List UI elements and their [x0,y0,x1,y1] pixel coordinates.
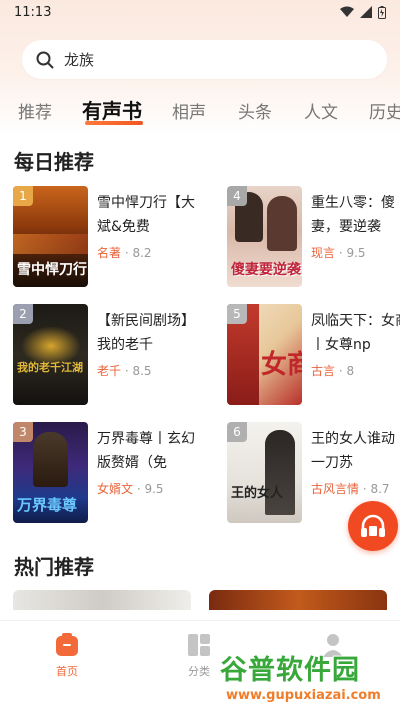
book-title: 雪中悍刀行【大斌&免费 [97,195,195,235]
hot-card-2[interactable] [209,590,387,610]
book-card-3[interactable]: 3 万界毒尊 万界毒尊丨玄幻版赘婿（免 女婿文 · 9.5 [13,422,213,524]
book-meta: 女婿文 · 9.5 [97,480,164,497]
status-time: 11:13 [14,4,52,20]
book-category: 古言 [311,364,336,378]
rank-badge: 1 [13,186,33,206]
book-card-4[interactable]: 4 傻妻要逆袭 重生八零：傻妻，要逆袭 现言 · 9.5 [227,186,400,288]
book-title: 王的女人谁动丨一刀苏 [311,431,400,471]
book-card-1[interactable]: 1 雪中悍刀行 雪中悍刀行【大斌&免费 名著 · 8.2 [13,186,213,288]
cover-title: 万界毒尊 [17,496,78,514]
active-tab-indicator [85,121,143,125]
book-cover-2: 2 我的老千江湖 [13,304,88,405]
book-cover-4: 4 傻妻要逆袭 [227,186,302,287]
tab-crosstalk[interactable]: 相声 [172,98,206,123]
hot-section-title: 热门推荐 [14,555,94,579]
tab-humanities[interactable]: 人文 [304,98,338,123]
rank-badge: 5 [227,304,247,324]
daily-section-title: 每日推荐 [14,150,94,174]
book-card-5[interactable]: 5 女商 凤临天下：女商丨女尊np 古言 · 8 [227,304,400,406]
book-cover-5: 5 女商 [227,304,302,405]
watermark-url: www.gupuxiazai.com [226,688,381,703]
book-score: · 9.5 [338,246,366,260]
cover-title: 雪中悍刀行 [17,262,87,278]
book-score: · 9.5 [136,482,164,496]
book-card-2[interactable]: 2 我的老千江湖 【新民间剧场】我的老千 老千 · 8.5 [13,304,213,406]
book-score: · 8.2 [124,246,152,260]
signal-icon [360,6,372,18]
book-category: 女婿文 [97,482,134,496]
rank-badge: 6 [227,422,247,442]
tab-headlines[interactable]: 头条 [238,98,272,123]
now-playing-button[interactable] [348,501,398,551]
book-title: 万界毒尊丨玄幻版赘婿（免 [97,431,195,471]
tab-history[interactable]: 历史 [369,98,400,123]
watermark: 谷普软件园 www.gupuxiazai.com [218,648,398,712]
book-meta: 现言 · 9.5 [311,244,366,261]
status-icons [340,5,386,19]
book-category: 名著 [97,246,122,260]
hot-card-1[interactable] [13,590,191,610]
home-icon [56,633,78,656]
book-meta: 古言 · 8 [311,362,354,379]
rank-badge: 3 [13,422,33,442]
book-score: · 8 [338,364,355,378]
rank-badge: 2 [13,304,33,324]
search-icon [36,51,54,68]
book-title: 重生八零：傻妻，要逆袭 [311,195,395,235]
book-score: · 8.7 [362,482,390,496]
battery-icon [378,5,386,19]
book-meta: 古风言情 · 8.7 [311,480,390,497]
book-score: · 8.5 [124,364,152,378]
book-cover-6: 6 王的女人 [227,422,302,523]
tab-audiobook[interactable]: 有声书 [82,95,142,124]
book-category: 老千 [97,364,122,378]
book-title: 【新民间剧场】我的老千 [97,313,195,353]
book-title: 凤临天下：女商丨女尊np [311,313,400,353]
book-meta: 老千 · 8.5 [97,362,152,379]
search-bar[interactable]: 龙族 [22,40,387,79]
book-cover-1: 1 雪中悍刀行 [13,186,88,287]
watermark-title: 谷普软件园 [220,655,360,686]
book-cover-3: 3 万界毒尊 [13,422,88,523]
search-input[interactable]: 龙族 [64,49,94,70]
nav-home[interactable]: 首页 [37,633,97,679]
cover-title: 王的女人 [231,486,284,501]
category-icon [188,634,210,656]
book-meta: 名著 · 8.2 [97,244,152,261]
status-bar: 11:13 [0,0,400,24]
tab-recommend[interactable]: 推荐 [18,98,52,123]
book-category: 古风言情 [311,482,360,496]
cover-title: 我的老千江湖 [17,361,83,374]
nav-home-label: 首页 [56,665,78,678]
rank-badge: 4 [227,186,247,206]
cover-title: 傻妻要逆袭 [231,262,301,278]
headphones-icon [361,514,385,537]
category-tabs: 推荐 有声书 相声 头条 人文 历史 [0,94,400,126]
book-category: 现言 [311,246,336,260]
cover-title: 女商 [261,350,302,380]
wifi-icon [340,6,354,17]
